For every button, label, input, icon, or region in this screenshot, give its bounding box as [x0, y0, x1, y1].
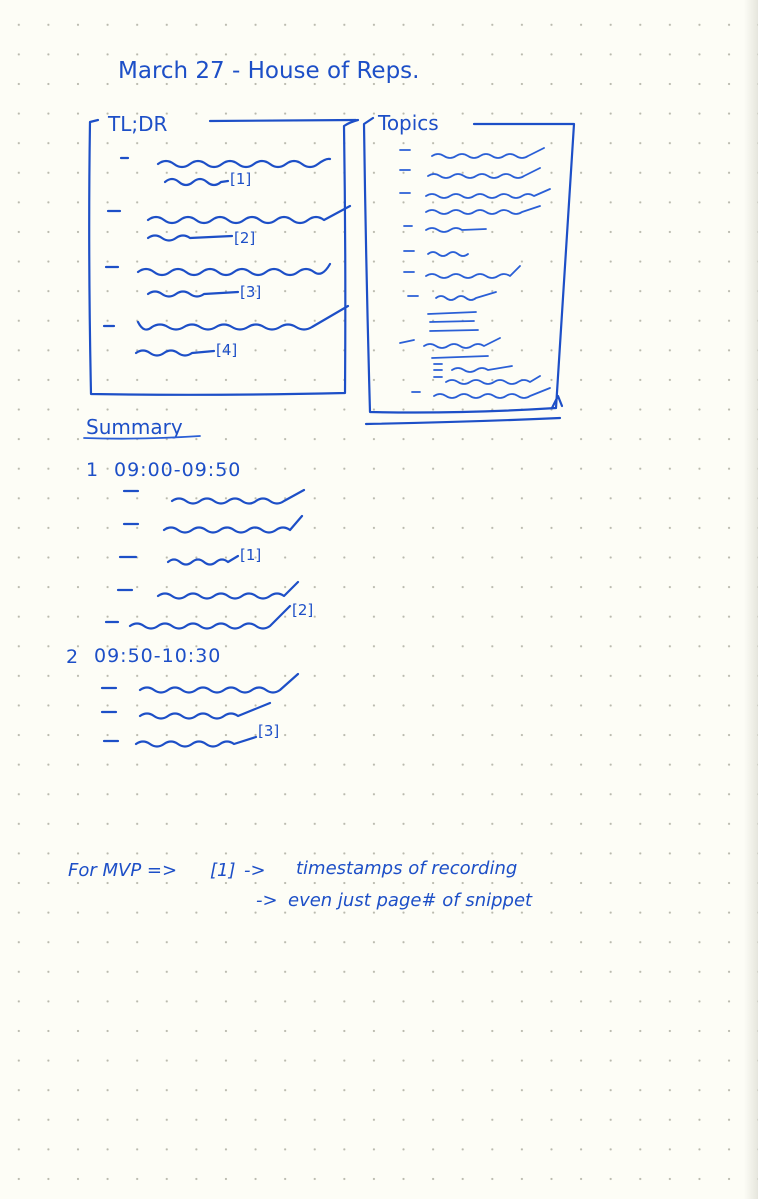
- topic-item: [399, 167, 541, 179]
- topic-item: [403, 265, 521, 279]
- tldr-panel: TL;DR [1] [2] [3] [4]: [88, 112, 360, 396]
- scribble-line: [433, 363, 443, 378]
- scribble-line: [134, 735, 258, 748]
- scribble-line: [425, 265, 521, 279]
- scribble-line: [427, 311, 477, 315]
- scribble-line: [433, 387, 551, 399]
- scribble-line: [425, 188, 551, 199]
- ref-marker: [1]: [240, 546, 261, 564]
- scribble-line: [156, 580, 300, 600]
- summary-heading: Summary: [86, 415, 183, 439]
- topic-item: [399, 188, 551, 215]
- scribble-line: [429, 320, 475, 323]
- page-title: March 27 - House of Reps.: [118, 58, 419, 84]
- ref-marker: [3]: [258, 722, 279, 740]
- tldr-item: [4]: [102, 304, 350, 359]
- scribble-line: [435, 291, 497, 301]
- scribble-line: [429, 329, 479, 332]
- mvp-note: For MVP => [1] -> timestamps of recordin…: [68, 858, 533, 911]
- section-time: 09:00-09:50: [114, 459, 241, 481]
- scribble-line: [425, 227, 487, 233]
- tldr-item: [3]: [104, 262, 332, 301]
- scribble-line: [163, 177, 230, 187]
- note-arrow: ->: [244, 860, 266, 881]
- note-arrow: ->: [256, 890, 278, 911]
- sketch-canvas: March 27 - House of Reps. TL;DR [1] [2] …: [66, 58, 576, 911]
- scribble-line: [136, 304, 350, 331]
- scribble-line: [146, 290, 240, 298]
- scribble-line: [451, 365, 513, 373]
- page-edge-shadow: [744, 0, 758, 1199]
- topic-item: [399, 337, 551, 399]
- scribble-line: [138, 672, 300, 694]
- tldr-item: [1]: [119, 156, 332, 188]
- scribble-line: [425, 205, 541, 215]
- scribble-line: [156, 157, 332, 169]
- note-line1-text: timestamps of recording: [296, 858, 517, 879]
- topics-box: [362, 116, 576, 414]
- note-ref: [1]: [210, 860, 236, 881]
- topic-item: [403, 250, 469, 257]
- topics-underline: [364, 416, 562, 426]
- scribble-line: [134, 349, 216, 357]
- scribble-line: [138, 701, 272, 720]
- section-number: 1: [86, 459, 99, 481]
- ref-marker: [1]: [230, 170, 251, 188]
- scribble-line: [146, 204, 352, 225]
- scribble-line: [427, 251, 469, 257]
- scribble-line: [423, 337, 501, 349]
- topic-item: [407, 291, 497, 332]
- note-prefix: For MVP =>: [68, 860, 177, 881]
- scribble-line: [431, 355, 489, 359]
- tldr-item: [2]: [106, 204, 352, 247]
- note-line2-text: even just page# of snippet: [288, 890, 533, 911]
- scribble-line: [445, 375, 541, 385]
- scribble-line: [431, 147, 545, 159]
- scribble-line: [128, 604, 292, 630]
- scribble-line: [146, 234, 234, 242]
- ref-marker: [2]: [292, 601, 313, 619]
- scribble-line: [136, 262, 332, 277]
- tldr-heading: TL;DR: [107, 112, 167, 136]
- summary-section: 2 09:50-10:30 [3]: [66, 645, 300, 748]
- section-number: 2: [66, 646, 79, 668]
- tldr-header-line: [208, 118, 358, 123]
- scribble-line: [427, 167, 541, 179]
- ref-marker: [4]: [216, 341, 237, 359]
- topic-item: [403, 225, 487, 233]
- section-time: 09:50-10:30: [94, 645, 221, 667]
- summary-section: 1 09:00-09:50 [1] [2]: [86, 459, 313, 630]
- scribble-line: [162, 514, 304, 534]
- bullet-dash: [399, 339, 415, 344]
- ref-marker: [3]: [240, 283, 261, 301]
- scribble-line: [166, 554, 240, 566]
- topics-panel: Topics: [362, 111, 576, 426]
- ref-marker: [2]: [234, 229, 255, 247]
- topic-item: [399, 147, 545, 159]
- topics-heading: Topics: [377, 111, 439, 135]
- scribble-line: [170, 488, 306, 505]
